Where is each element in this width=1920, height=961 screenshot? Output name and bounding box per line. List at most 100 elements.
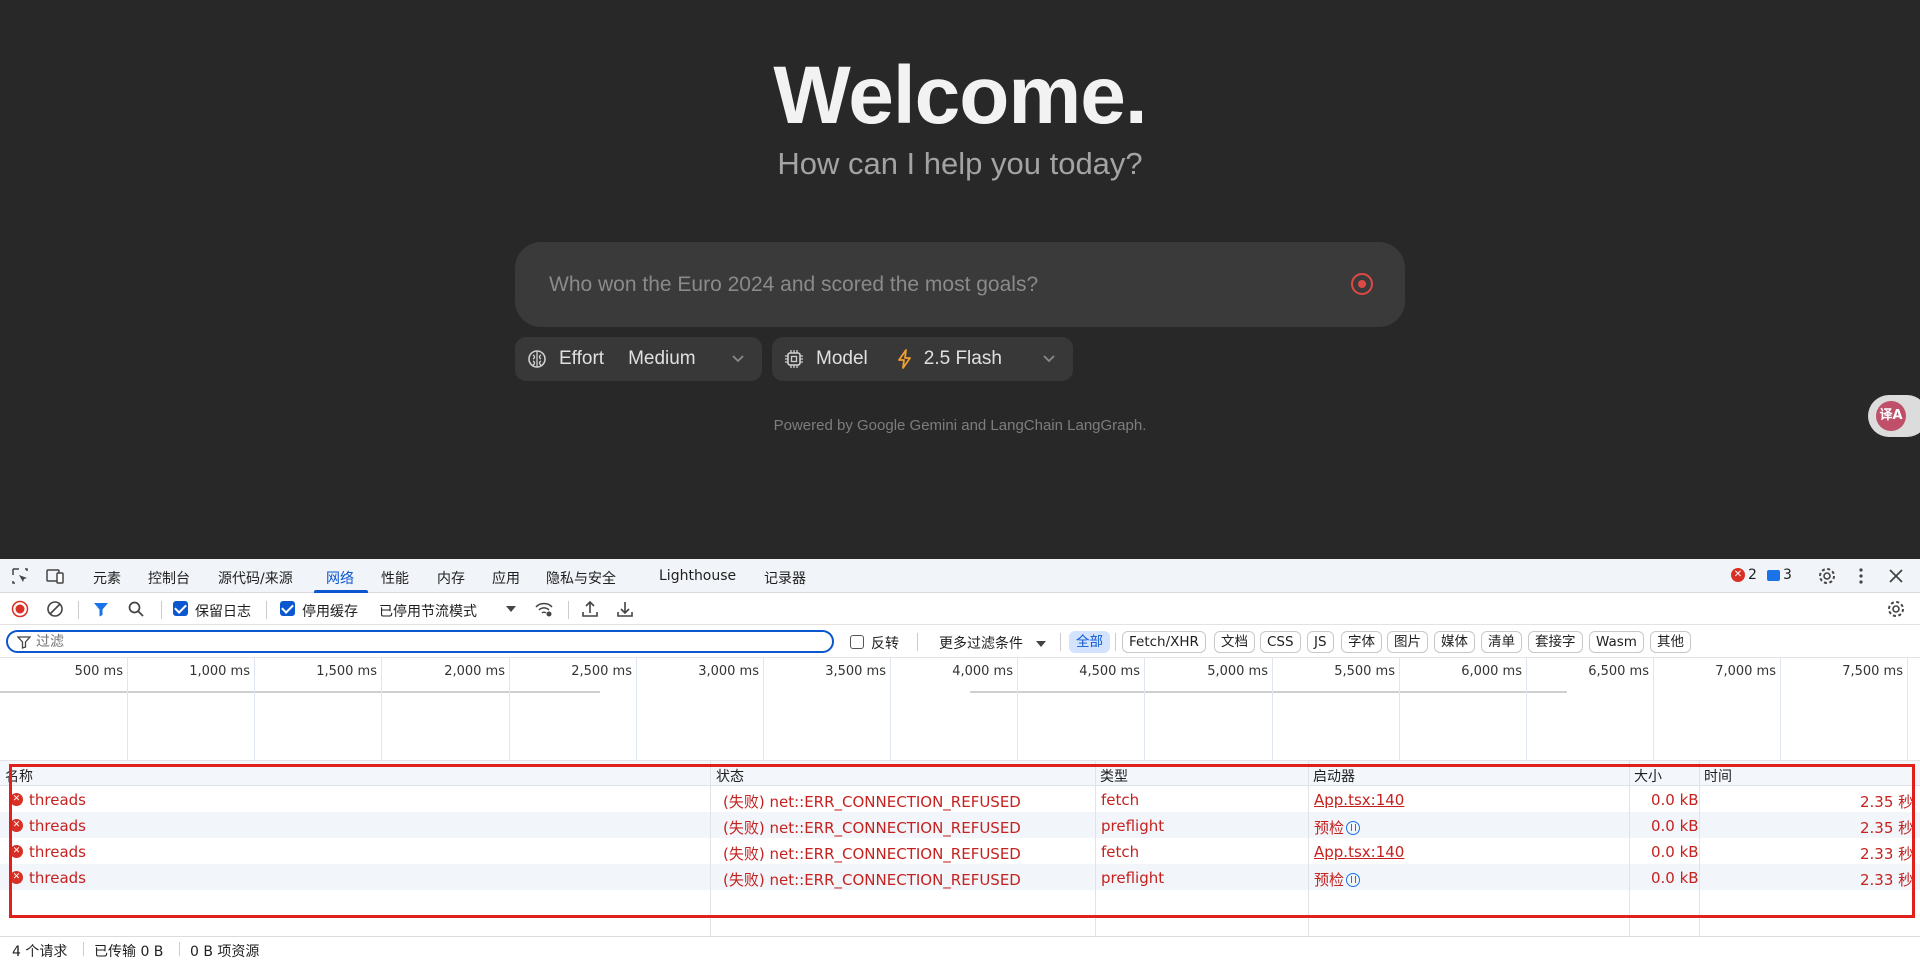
filter-chip-all[interactable]: 全部 [1069, 631, 1110, 653]
request-type: fetch [1101, 843, 1140, 861]
filter-chip-js[interactable]: JS [1307, 631, 1334, 653]
header-time[interactable]: 时间 [1704, 766, 1732, 786]
request-initiator[interactable]: 预检 [1314, 817, 1361, 838]
message-icon [1767, 569, 1780, 581]
tab-elements[interactable]: 元素 [93, 568, 121, 588]
column-divider[interactable] [1629, 761, 1630, 936]
table-row[interactable]: ✕ threads (失败) net::ERR_CONNECTION_REFUS… [0, 812, 1920, 838]
header-name[interactable]: 名称 [5, 766, 33, 786]
device-toolbar-icon[interactable] [46, 567, 64, 585]
column-divider[interactable] [1308, 761, 1309, 936]
divider [568, 601, 569, 619]
settings-gear-icon[interactable] [1818, 567, 1836, 585]
tab-sources[interactable]: 源代码/来源 [218, 568, 293, 588]
preserve-log-checkbox[interactable] [173, 601, 188, 616]
header-size[interactable]: 大小 [1634, 766, 1662, 786]
tab-recorder[interactable]: 记录器 [764, 568, 806, 588]
request-initiator-link[interactable]: App.tsx:140 [1314, 791, 1404, 809]
search-icon[interactable] [127, 600, 145, 618]
preflight-icon[interactable] [1346, 821, 1361, 835]
column-divider[interactable] [710, 761, 711, 936]
resources-size: 0 B 项资源 [190, 944, 260, 960]
message-count-badge[interactable]: 3 [1767, 567, 1792, 583]
more-options-icon[interactable] [1852, 567, 1870, 585]
lightning-icon [897, 349, 911, 369]
timeline-tick-label: 4,000 ms [952, 664, 1013, 679]
filter-chip-manifest[interactable]: 清单 [1481, 631, 1522, 653]
filter-chip-other[interactable]: 其他 [1650, 631, 1691, 653]
filter-chip-doc[interactable]: 文档 [1214, 631, 1255, 653]
filter-input-box [6, 630, 834, 653]
request-initiator-link[interactable]: App.tsx:140 [1314, 843, 1404, 861]
prompt-input[interactable] [549, 242, 1329, 327]
request-status: (失败) net::ERR_CONNECTION_REFUSED [723, 793, 1021, 811]
filter-chip-fetch-xhr[interactable]: Fetch/XHR [1122, 631, 1206, 653]
header-type[interactable]: 类型 [1100, 766, 1128, 786]
translate-button[interactable]: 译A [1868, 395, 1920, 437]
filter-chip-socket[interactable]: 套接字 [1528, 631, 1583, 653]
filter-chip-media[interactable]: 媒体 [1434, 631, 1475, 653]
error-count: 2 [1748, 567, 1757, 583]
inspect-element-icon[interactable] [11, 567, 29, 585]
filter-chip-font[interactable]: 字体 [1341, 631, 1382, 653]
invert-checkbox[interactable] [850, 635, 864, 649]
request-status: (失败) net::ERR_CONNECTION_REFUSED [723, 819, 1021, 837]
timeline-activity [0, 691, 600, 693]
timeline-gridline [1780, 658, 1781, 761]
throttling-select[interactable]: 已停用节流模式 [379, 601, 477, 621]
devtools-tabbar: 元素 控制台 源代码/来源 网络 性能 内存 应用 隐私与安全 Lighthou… [0, 559, 1920, 593]
network-conditions-icon[interactable] [535, 600, 553, 618]
preflight-icon[interactable] [1346, 873, 1361, 887]
model-label: Model [816, 348, 868, 369]
filter-chip-css[interactable]: CSS [1260, 631, 1301, 653]
submit-icon[interactable] [1351, 273, 1373, 295]
column-divider[interactable] [1699, 761, 1700, 936]
message-count: 3 [1783, 567, 1792, 583]
column-divider[interactable] [1095, 761, 1096, 936]
tab-console[interactable]: 控制台 [148, 568, 190, 588]
timeline-gridline [1399, 658, 1400, 761]
timeline-overview[interactable]: 500 ms 1,000 ms 1,500 ms 2,000 ms 2,500 ms 3,… [0, 658, 1920, 761]
timeline-gridline [636, 658, 637, 761]
filter-chip-img[interactable]: 图片 [1387, 631, 1428, 653]
divider [1115, 633, 1116, 651]
import-har-icon[interactable] [581, 600, 599, 618]
tab-privacy-security[interactable]: 隐私与安全 [546, 568, 616, 588]
network-settings-gear-icon[interactable] [1887, 600, 1905, 618]
brain-icon [528, 350, 546, 368]
tab-performance[interactable]: 性能 [381, 568, 409, 588]
network-status-bar: 4 个请求 已传输 0 B 0 B 项资源 [0, 936, 1920, 960]
effort-select[interactable]: Effort Medium [515, 337, 762, 381]
request-type: preflight [1101, 869, 1165, 887]
timeline-tick-label: 7,500 ms [1842, 664, 1903, 679]
devtools-panel: 元素 控制台 源代码/来源 网络 性能 内存 应用 隐私与安全 Lighthou… [0, 559, 1920, 960]
preflight-label: 预检 [1314, 871, 1345, 889]
filter-input[interactable] [36, 633, 816, 650]
header-status[interactable]: 状态 [716, 766, 744, 786]
request-initiator[interactable]: 预检 [1314, 869, 1361, 890]
header-initiator[interactable]: 启动器 [1313, 766, 1355, 786]
model-value: 2.5 Flash [923, 348, 1002, 369]
tab-application[interactable]: 应用 [492, 568, 520, 588]
tab-memory[interactable]: 内存 [437, 568, 465, 588]
filter-funnel-icon[interactable] [92, 600, 110, 618]
export-har-icon[interactable] [616, 600, 634, 618]
tab-network[interactable]: 网络 [326, 568, 354, 588]
disable-cache-checkbox[interactable] [280, 601, 295, 616]
close-icon[interactable] [1887, 567, 1905, 585]
stop-recording-icon[interactable] [11, 600, 29, 618]
timeline-tick-label: 5,500 ms [1334, 664, 1395, 679]
error-count-badge[interactable]: ✕ 2 [1731, 567, 1757, 583]
clear-icon[interactable] [46, 600, 64, 618]
translate-icon: 译A [1876, 401, 1906, 431]
more-filters-dropdown[interactable]: 更多过滤条件 [939, 633, 1023, 653]
timeline-tick-label: 5,000 ms [1207, 664, 1268, 679]
table-row[interactable]: ✕ threads (失败) net::ERR_CONNECTION_REFUS… [0, 838, 1920, 864]
filter-chip-wasm[interactable]: Wasm [1589, 631, 1644, 653]
tab-lighthouse[interactable]: Lighthouse [659, 568, 736, 584]
timeline-gridline [1653, 658, 1654, 761]
model-select[interactable]: Model 2.5 Flash [772, 337, 1073, 381]
table-row[interactable]: ✕ threads (失败) net::ERR_CONNECTION_REFUS… [0, 786, 1920, 812]
divider [83, 942, 84, 956]
table-row[interactable]: ✕ threads (失败) net::ERR_CONNECTION_REFUS… [0, 864, 1920, 890]
